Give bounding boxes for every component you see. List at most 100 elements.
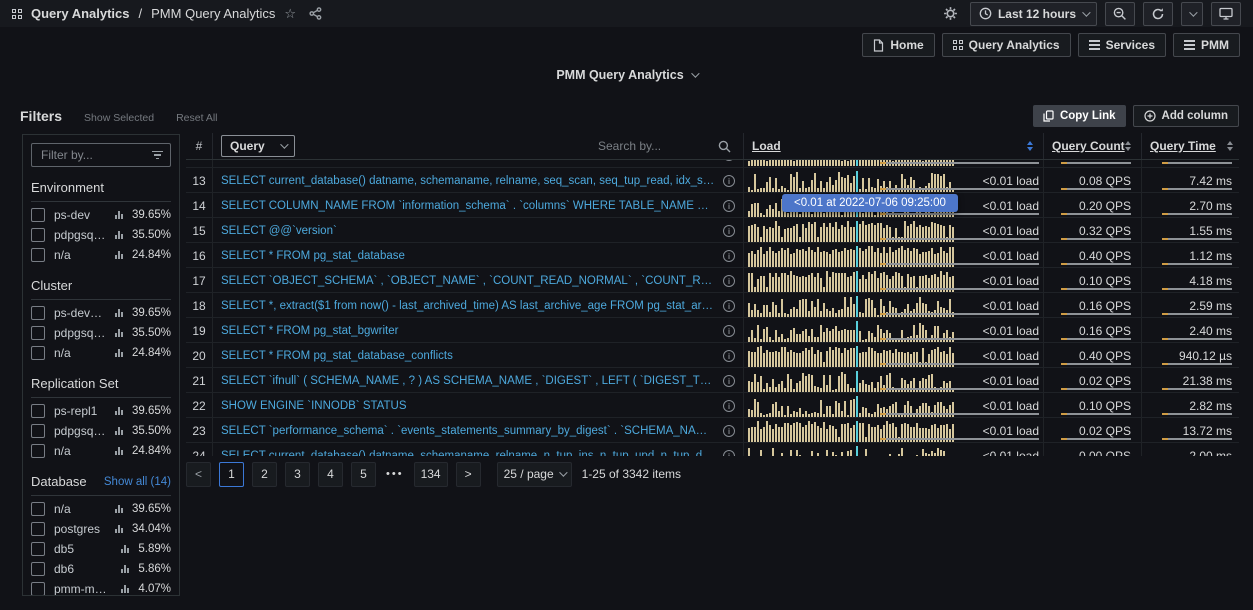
show-all-link[interactable]: Show all (14): [104, 476, 171, 488]
info-icon[interactable]: [723, 375, 735, 387]
filter-checkbox[interactable]: [31, 582, 45, 596]
nav-button-home[interactable]: Home: [862, 33, 934, 57]
query-link[interactable]: SELECT current_database() datname, schem…: [221, 175, 715, 187]
refresh-button[interactable]: [1143, 2, 1173, 26]
share-icon[interactable]: [305, 2, 326, 26]
show-selected-link[interactable]: Show Selected: [84, 112, 154, 124]
filter-item[interactable]: ps-repl1 39.65%: [31, 401, 171, 421]
sort-arrows-query-count[interactable]: [1125, 141, 1131, 151]
query-link[interactable]: SHOW ENGINE `INNODB` STATUS: [221, 400, 715, 412]
query-link[interactable]: SELECT `OBJECT_SCHEMA` , `OBJECT_NAME` ,…: [221, 275, 715, 287]
nav-button-query-analytics[interactable]: Query Analytics: [942, 33, 1071, 57]
info-icon[interactable]: [723, 450, 735, 457]
query-link[interactable]: SELECT * FROM pg_stat_database_conflicts: [221, 350, 715, 362]
query-link[interactable]: SELECT * FROM pg_stat_bgwriter: [221, 325, 715, 337]
nav-button-pmm[interactable]: PMM: [1173, 33, 1240, 57]
info-icon[interactable]: [723, 160, 735, 161]
filter-search-box[interactable]: [31, 143, 171, 167]
filter-checkbox[interactable]: [31, 228, 45, 242]
filter-checkbox[interactable]: [31, 542, 45, 556]
mini-bar-chart-icon: [115, 211, 123, 219]
kiosk-mode-button[interactable]: [1211, 2, 1241, 26]
filter-item[interactable]: db5 5.89%: [31, 539, 171, 559]
load-value-bar: [880, 238, 1039, 240]
filter-item[interactable]: ps-dev 39.65%: [31, 205, 171, 225]
filter-checkbox[interactable]: [31, 326, 45, 340]
time-range-picker[interactable]: Last 12 hours: [970, 2, 1097, 26]
nav-button-services[interactable]: Services: [1078, 33, 1166, 57]
filter-checkbox[interactable]: [31, 424, 45, 438]
pagination: < 12345 ••• 134 > 25 / page 1-25 of 3342…: [186, 461, 1239, 487]
filter-checkbox[interactable]: [31, 208, 45, 222]
breadcrumb-section[interactable]: Query Analytics: [31, 6, 130, 21]
info-icon[interactable]: [723, 200, 735, 212]
page-button[interactable]: 5: [351, 462, 376, 487]
info-icon[interactable]: [723, 425, 735, 437]
filter-item[interactable]: n/a 24.84%: [31, 441, 171, 461]
filter-item[interactable]: pdpgsql-dev 35.50%: [31, 225, 171, 245]
query-column-dropdown[interactable]: Query: [221, 135, 295, 157]
info-icon[interactable]: [723, 400, 735, 412]
last-page-button[interactable]: 134: [414, 462, 448, 487]
info-icon[interactable]: [723, 275, 735, 287]
query-link[interactable]: SELECT COLUMN_NAME FROM `information_sch…: [221, 200, 715, 212]
filter-checkbox[interactable]: [31, 562, 45, 576]
filter-checkbox[interactable]: [31, 444, 45, 458]
filter-item[interactable]: pdpgsql-dev-c... 35.50%: [31, 323, 171, 343]
filter-item[interactable]: postgres 34.04%: [31, 519, 171, 539]
row-number-cell: 21: [186, 368, 212, 393]
info-icon[interactable]: [723, 300, 735, 312]
apps-grid-icon[interactable]: [12, 2, 22, 26]
filter-item[interactable]: n/a 24.84%: [31, 245, 171, 265]
page-button[interactable]: 4: [318, 462, 343, 487]
filter-checkbox[interactable]: [31, 502, 45, 516]
filter-checkbox[interactable]: [31, 248, 45, 262]
query-link[interactable]: SELECT current_database() datname, schem…: [221, 450, 715, 457]
next-page-button[interactable]: >: [456, 462, 481, 487]
info-icon[interactable]: [723, 350, 735, 362]
query-time-cell: 2.70 ms: [1142, 193, 1239, 218]
search-icon[interactable]: [714, 140, 735, 153]
info-icon[interactable]: [723, 250, 735, 262]
gear-icon[interactable]: [939, 2, 962, 26]
filter-search-input[interactable]: [39, 147, 148, 163]
info-icon[interactable]: [723, 225, 735, 237]
search-input[interactable]: [596, 138, 708, 154]
sort-by-load[interactable]: Load: [752, 139, 781, 153]
sort-by-query-count[interactable]: Query Count: [1052, 139, 1125, 153]
filter-item[interactable]: db6 5.86%: [31, 559, 171, 579]
page-size-select[interactable]: 25 / page: [497, 462, 572, 487]
query-link[interactable]: SELECT * FROM pg_stat_database: [221, 250, 715, 262]
filter-checkbox[interactable]: [31, 346, 45, 360]
add-column-button[interactable]: Add column: [1133, 105, 1239, 127]
breadcrumb-page[interactable]: PMM Query Analytics: [151, 6, 275, 21]
filter-checkbox[interactable]: [31, 522, 45, 536]
filter-item[interactable]: n/a 39.65%: [31, 499, 171, 519]
info-icon[interactable]: [723, 325, 735, 337]
favorite-star-icon[interactable]: ☆: [284, 7, 296, 20]
filter-checkbox[interactable]: [31, 404, 45, 418]
load-cell: <0.01 load: [744, 368, 1044, 393]
query-link[interactable]: SELECT @@`version`: [221, 225, 715, 237]
query-link[interactable]: SELECT `performance_schema` . `events_st…: [221, 425, 715, 437]
filter-item[interactable]: n/a 24.84%: [31, 343, 171, 363]
copy-link-button[interactable]: Copy Link: [1033, 105, 1126, 127]
panel-title-toggle[interactable]: PMM Query Analytics: [0, 68, 1253, 82]
filter-item[interactable]: pmm-managed 4.07%: [31, 579, 171, 596]
page-button[interactable]: 1: [219, 462, 244, 487]
sort-arrows-query-time[interactable]: [1227, 141, 1233, 151]
sort-by-query-time[interactable]: Query Time: [1150, 139, 1216, 153]
zoom-out-button[interactable]: [1105, 2, 1135, 26]
sort-arrows-load[interactable]: [1027, 141, 1033, 151]
page-button[interactable]: 3: [285, 462, 310, 487]
query-link[interactable]: SELECT *, extract($1 from now() - last_a…: [221, 300, 715, 312]
filter-item[interactable]: ps-dev-cluster 39.65%: [31, 303, 171, 323]
refresh-interval-dropdown[interactable]: [1181, 2, 1203, 26]
page-button[interactable]: 2: [252, 462, 277, 487]
prev-page-button[interactable]: <: [186, 462, 211, 487]
load-value-bar: [880, 188, 1039, 190]
filter-item[interactable]: pdpgsql-repl1 35.50%: [31, 421, 171, 441]
filter-checkbox[interactable]: [31, 306, 45, 320]
info-icon[interactable]: [723, 175, 735, 187]
query-link[interactable]: SELECT `ifnull` ( SCHEMA_NAME , ? ) AS S…: [221, 375, 715, 387]
